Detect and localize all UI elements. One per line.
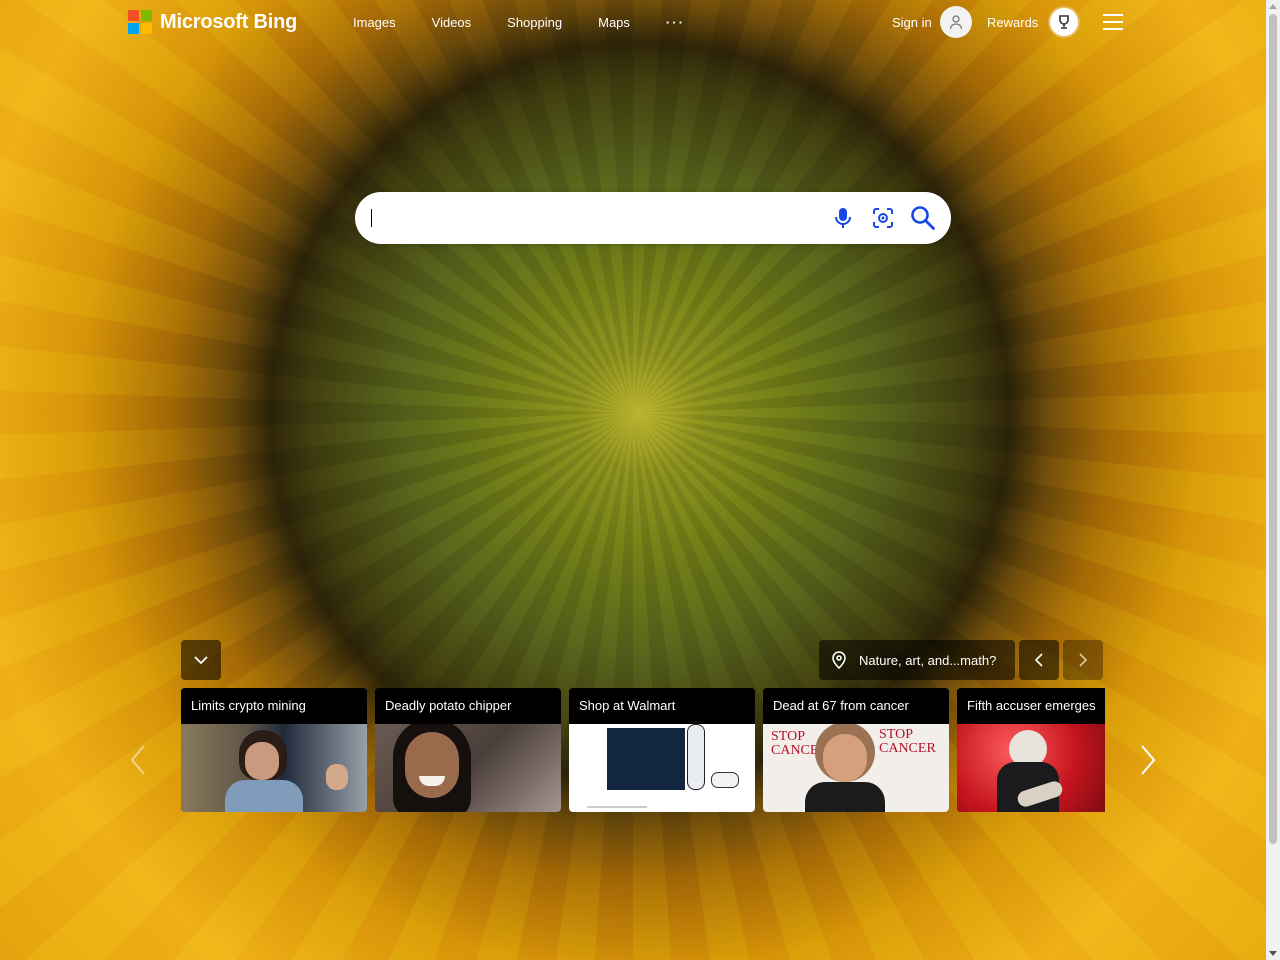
news-card-image: STOP CANCE STOP CANCER xyxy=(763,724,949,812)
news-card-title: Limits crypto mining xyxy=(181,688,367,724)
microsoft-logo-icon xyxy=(128,10,152,34)
microphone-icon[interactable] xyxy=(829,204,857,232)
search-icon[interactable] xyxy=(909,204,937,232)
collapse-button[interactable] xyxy=(181,640,221,680)
rewards-trophy-icon xyxy=(1048,6,1081,38)
previous-image-button[interactable] xyxy=(1019,640,1059,680)
search-box xyxy=(355,192,951,244)
location-pin-icon xyxy=(819,651,859,669)
header: Microsoft Bing Images Videos Shopping Ma… xyxy=(0,0,1266,46)
search-actions xyxy=(829,204,937,232)
chevron-left-icon xyxy=(130,745,145,775)
next-image-button[interactable] xyxy=(1063,640,1103,680)
chevron-left-icon xyxy=(1034,653,1043,667)
sign-in-label: Sign in xyxy=(892,14,932,30)
carousel-prev-arrow[interactable] xyxy=(126,742,150,778)
image-info-button[interactable]: Nature, art, and...math? xyxy=(819,640,1015,680)
sign-in-button[interactable]: Sign in xyxy=(892,6,972,38)
news-card[interactable]: Fifth accuser emerges xyxy=(957,688,1105,812)
search-input[interactable] xyxy=(373,204,817,234)
scroll-up-arrow-icon[interactable] xyxy=(1269,4,1277,9)
scrollbar-thumb[interactable] xyxy=(1269,14,1277,844)
news-card-title: Deadly potato chipper xyxy=(375,688,561,724)
menu-icon[interactable] xyxy=(1103,14,1123,30)
news-card-title: Shop at Walmart xyxy=(569,688,755,724)
news-carousel: Limits crypto mining Deadly potato chipp… xyxy=(181,688,1105,812)
bing-logo[interactable]: Microsoft Bing xyxy=(128,10,297,34)
carousel-next-arrow[interactable] xyxy=(1136,742,1160,778)
news-card[interactable]: Dead at 67 from cancer STOP CANCE STOP CAN… xyxy=(763,688,949,812)
rewards-label: Rewards xyxy=(987,14,1039,30)
avatar-icon xyxy=(939,6,972,38)
nav-shopping[interactable]: Shopping xyxy=(489,15,580,30)
nav-maps[interactable]: Maps xyxy=(580,15,648,30)
nav-more[interactable]: ··· xyxy=(648,15,703,30)
news-card-image xyxy=(569,724,755,812)
chevron-right-icon xyxy=(1141,745,1156,775)
image-info-label: Nature, art, and...math? xyxy=(859,652,997,668)
nav-videos[interactable]: Videos xyxy=(414,15,490,30)
logo-text: Microsoft Bing xyxy=(160,10,298,33)
visual-search-icon[interactable] xyxy=(869,204,897,232)
news-card[interactable]: Shop at Walmart xyxy=(569,688,755,812)
news-card-title: Fifth accuser emerges xyxy=(957,688,1105,724)
chevron-down-icon xyxy=(194,656,208,665)
news-card-image xyxy=(957,724,1105,812)
scroll-down-arrow-icon[interactable] xyxy=(1269,951,1277,956)
news-card-image xyxy=(375,724,561,812)
background-image xyxy=(0,0,1266,960)
news-card-image xyxy=(181,724,367,812)
page-scrollbar[interactable] xyxy=(1266,0,1280,960)
text-cursor xyxy=(371,209,372,227)
news-card[interactable]: Deadly potato chipper xyxy=(375,688,561,812)
news-card[interactable]: Limits crypto mining xyxy=(181,688,367,812)
top-nav: Images Videos Shopping Maps ··· xyxy=(335,15,703,30)
chevron-right-icon xyxy=(1079,653,1088,667)
nav-images[interactable]: Images xyxy=(335,15,414,30)
news-card-title: Dead at 67 from cancer xyxy=(763,688,949,724)
rewards-button[interactable]: Rewards xyxy=(987,6,1081,38)
